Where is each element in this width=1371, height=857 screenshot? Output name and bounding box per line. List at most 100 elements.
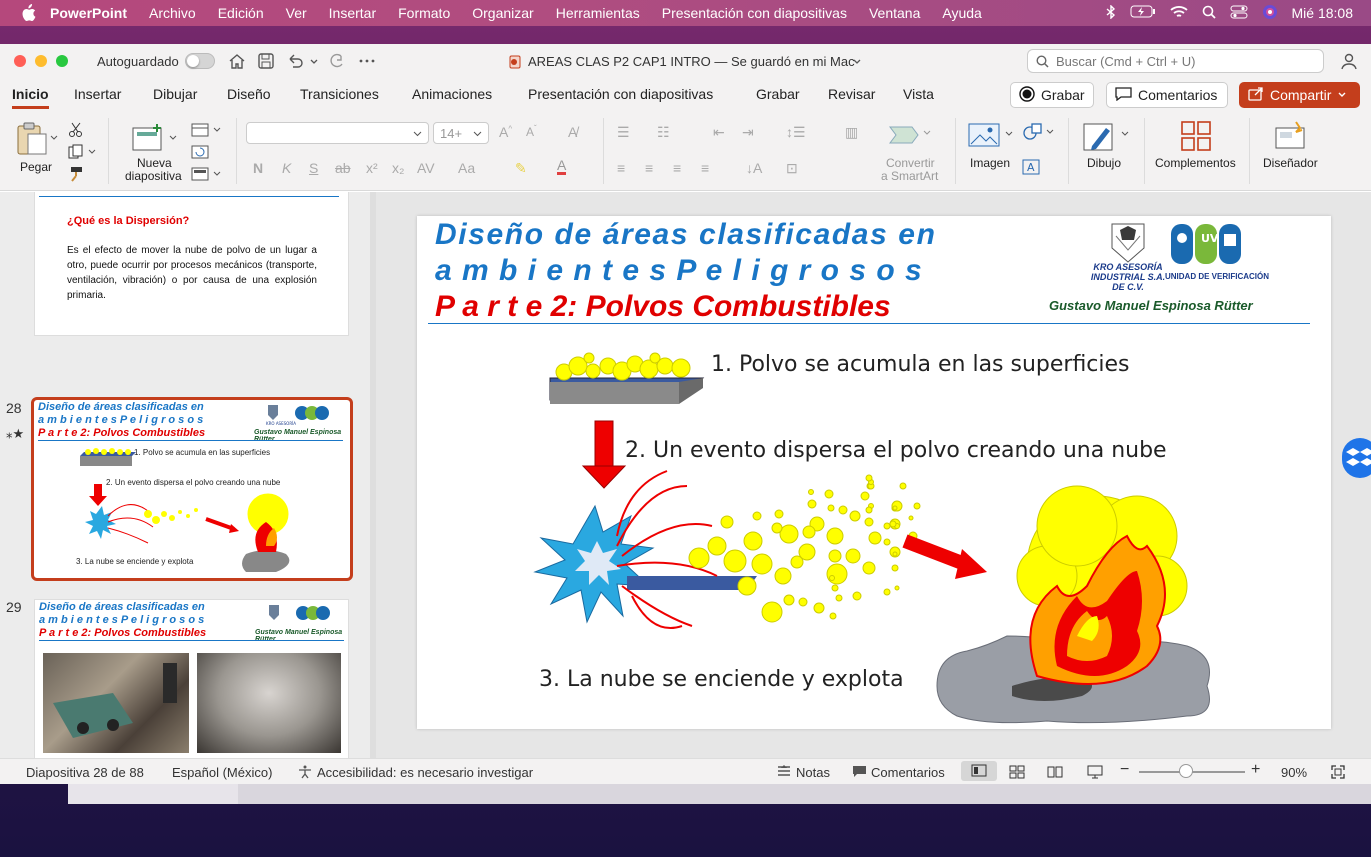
zoom-slider-handle[interactable] bbox=[1179, 764, 1193, 778]
smartart-label-1[interactable]: Convertir bbox=[886, 156, 935, 170]
battery-icon[interactable] bbox=[1130, 5, 1156, 21]
menu-ayuda[interactable]: Ayuda bbox=[942, 5, 981, 21]
undo-icon[interactable] bbox=[286, 52, 304, 70]
tab-grabar[interactable]: Grabar bbox=[756, 86, 800, 102]
siri-icon[interactable] bbox=[1262, 4, 1278, 23]
slide-thumbnail-27[interactable]: P a r t e 2: Polvos Combustibles ¿Qué es… bbox=[34, 192, 349, 336]
comments-button[interactable]: Comentarios bbox=[1106, 82, 1228, 108]
strikethrough-icon[interactable]: ab bbox=[335, 160, 351, 176]
align-center-icon[interactable]: ≡ bbox=[645, 160, 653, 176]
menu-insertar[interactable]: Insertar bbox=[329, 5, 376, 21]
current-slide[interactable]: Diseño de áreas clasificadas en a m b i … bbox=[417, 216, 1331, 729]
align-text-icon[interactable]: ⊡ bbox=[786, 160, 798, 177]
tab-dibujar[interactable]: Dibujar bbox=[153, 86, 197, 102]
italic-icon[interactable]: K bbox=[282, 160, 291, 176]
menubar-clock[interactable]: Mié 18:08 bbox=[1292, 5, 1353, 21]
addins-icon[interactable] bbox=[1180, 120, 1212, 155]
normal-view-icon[interactable] bbox=[961, 761, 997, 781]
control-center-icon[interactable] bbox=[1230, 5, 1248, 22]
character-spacing-icon[interactable]: AV bbox=[417, 160, 435, 176]
font-family-select[interactable] bbox=[246, 122, 429, 144]
image-label[interactable]: Imagen bbox=[970, 156, 1010, 170]
layout-icon[interactable] bbox=[191, 122, 223, 141]
bold-icon[interactable]: N bbox=[253, 160, 263, 176]
account-icon[interactable] bbox=[1340, 52, 1358, 70]
text-direction-icon[interactable]: ↓A bbox=[746, 160, 762, 176]
tab-vista[interactable]: Vista bbox=[903, 86, 934, 102]
tab-presentacion[interactable]: Presentación con diapositivas bbox=[528, 86, 713, 102]
smartart-label-2[interactable]: a SmartArt bbox=[881, 169, 938, 183]
tab-transiciones[interactable]: Transiciones bbox=[300, 86, 379, 102]
minimize-window-button[interactable] bbox=[35, 55, 47, 67]
tab-animaciones[interactable]: Animaciones bbox=[412, 86, 492, 102]
wifi-icon[interactable] bbox=[1169, 5, 1188, 22]
decrease-indent-icon[interactable]: ⇤ bbox=[713, 124, 725, 141]
language-status[interactable]: Español (México) bbox=[172, 765, 272, 780]
accessibility-icon[interactable] bbox=[298, 765, 312, 782]
clear-formatting-icon[interactable]: A̸ bbox=[568, 124, 577, 140]
menu-app-powerpoint[interactable]: PowerPoint bbox=[50, 5, 127, 21]
drawing-label[interactable]: Dibujo bbox=[1087, 156, 1121, 170]
line-spacing-icon[interactable]: ↕☰ bbox=[786, 124, 806, 141]
tab-inicio[interactable]: Inicio bbox=[12, 86, 49, 109]
font-color-icon[interactable]: A bbox=[557, 158, 567, 175]
zoom-in-button[interactable]: + bbox=[1251, 761, 1260, 779]
paste-dropdown-icon[interactable] bbox=[50, 130, 58, 145]
apple-icon[interactable] bbox=[20, 4, 38, 22]
undo-dropdown-icon[interactable] bbox=[309, 52, 319, 70]
font-size-select[interactable]: 14+ bbox=[433, 122, 489, 144]
notes-icon[interactable] bbox=[777, 765, 791, 781]
menu-herramientas[interactable]: Herramientas bbox=[556, 5, 640, 21]
drawing-icon[interactable] bbox=[1082, 122, 1132, 155]
highlight-icon[interactable]: ✎ bbox=[515, 160, 527, 177]
columns-icon[interactable]: ▥ bbox=[845, 124, 858, 141]
underline-icon[interactable]: S bbox=[309, 160, 318, 176]
autosave-toggle[interactable] bbox=[185, 53, 215, 69]
increase-indent-icon[interactable]: ⇥ bbox=[742, 124, 754, 141]
spotlight-search-icon[interactable] bbox=[1202, 5, 1216, 22]
search-input[interactable]: Buscar (Cmd + Ctrl + U) bbox=[1027, 49, 1324, 73]
grow-font-icon[interactable]: A^ bbox=[499, 124, 512, 140]
tab-insertar[interactable]: Insertar bbox=[74, 86, 121, 102]
menu-presentacion[interactable]: Presentación con diapositivas bbox=[662, 5, 847, 21]
superscript-icon[interactable]: x² bbox=[366, 160, 378, 176]
shrink-font-icon[interactable]: Aˇ bbox=[526, 124, 537, 139]
change-case-icon[interactable]: Aa bbox=[458, 160, 475, 176]
document-title[interactable]: AREAS CLAS P2 CAP1 INTRO — Se guardó en … bbox=[528, 54, 855, 69]
align-left-icon[interactable]: ≡ bbox=[617, 160, 625, 176]
share-chevron-icon[interactable] bbox=[1337, 87, 1347, 103]
image-icon[interactable] bbox=[968, 122, 1016, 153]
fit-to-window-icon[interactable] bbox=[1331, 765, 1345, 782]
save-icon[interactable] bbox=[257, 52, 275, 70]
home-icon[interactable] bbox=[228, 52, 246, 70]
new-slide-label-1[interactable]: Nueva bbox=[137, 156, 172, 170]
zoom-out-button[interactable]: − bbox=[1120, 761, 1129, 779]
slideshow-view-icon[interactable] bbox=[1087, 765, 1103, 782]
paste-icon[interactable] bbox=[14, 121, 50, 160]
tab-diseno[interactable]: Diseño bbox=[227, 86, 271, 102]
slide-step-2[interactable]: 2. Un evento dispersa el polvo creando u… bbox=[625, 438, 1167, 463]
designer-label[interactable]: Diseñador bbox=[1263, 156, 1318, 170]
text-box-icon[interactable]: A bbox=[1022, 159, 1040, 178]
status-comment-icon[interactable] bbox=[852, 765, 867, 781]
accessibility-status[interactable]: Accesibilidad: es necesario investigar bbox=[317, 765, 533, 780]
section-icon[interactable] bbox=[191, 166, 223, 185]
menu-organizar[interactable]: Organizar bbox=[472, 5, 533, 21]
more-options-icon[interactable] bbox=[358, 52, 376, 70]
maximize-window-button[interactable] bbox=[56, 55, 68, 67]
slide-thumbnail-29[interactable]: Diseño de áreas clasificadas en a m b i … bbox=[34, 599, 349, 758]
addins-label[interactable]: Complementos bbox=[1155, 156, 1236, 170]
share-button[interactable]: Compartir bbox=[1239, 82, 1360, 108]
subscript-icon[interactable]: x₂ bbox=[392, 160, 404, 176]
record-button[interactable]: Grabar bbox=[1010, 82, 1094, 108]
smartart-icon[interactable] bbox=[888, 121, 932, 152]
format-painter-icon[interactable] bbox=[68, 166, 84, 185]
align-right-icon[interactable]: ≡ bbox=[673, 160, 681, 176]
dropbox-badge-icon[interactable] bbox=[1342, 438, 1371, 478]
title-chevron-down-icon[interactable] bbox=[852, 53, 862, 71]
reset-slide-icon[interactable] bbox=[191, 144, 209, 163]
close-window-button[interactable] bbox=[14, 55, 26, 67]
copy-icon[interactable] bbox=[68, 144, 96, 163]
cut-icon[interactable] bbox=[68, 122, 84, 141]
status-comments-button[interactable]: Comentarios bbox=[871, 765, 945, 780]
